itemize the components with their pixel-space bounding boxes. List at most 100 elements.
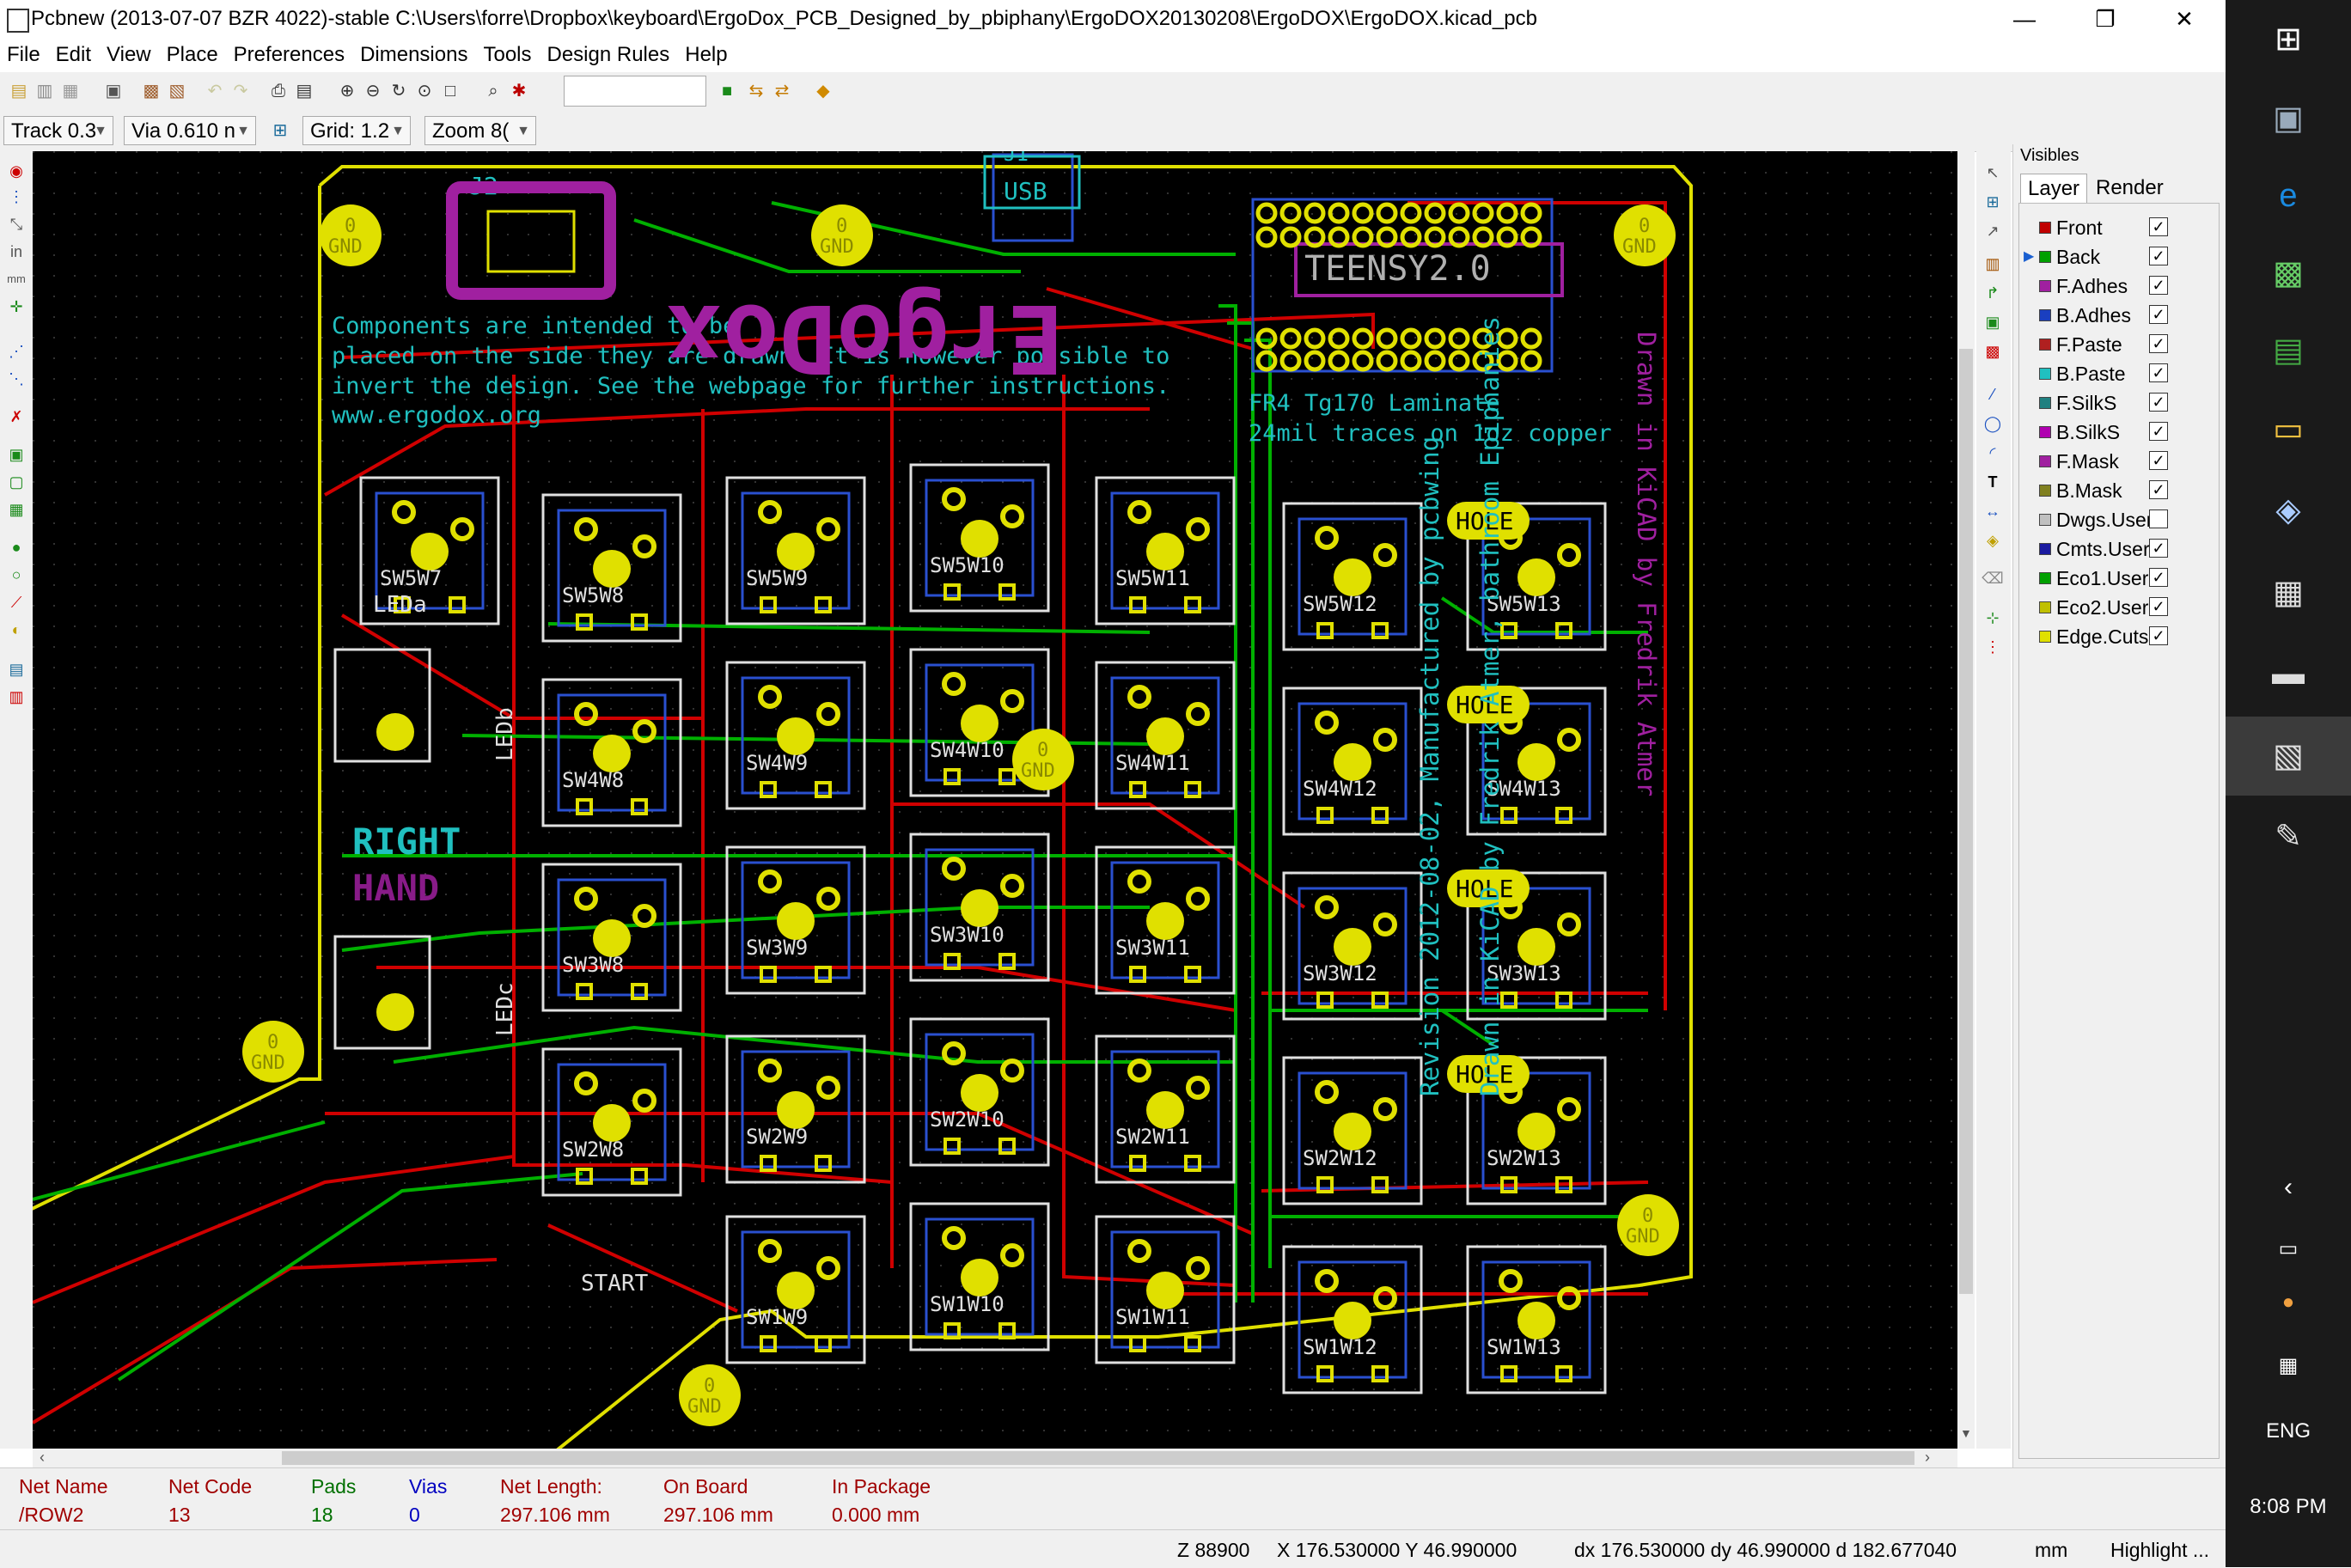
layer-color-swatch[interactable] bbox=[2039, 485, 2051, 497]
menu-tools[interactable]: Tools bbox=[476, 41, 540, 67]
layer-visible-checkbox[interactable]: ✓ bbox=[2149, 422, 2168, 441]
app-kicad-icon[interactable]: ▩ bbox=[2226, 234, 2351, 313]
horizontal-scrollbar[interactable]: ‹ › bbox=[33, 1449, 1957, 1467]
plot-icon[interactable]: ▤ bbox=[292, 79, 316, 103]
menu-edit[interactable]: Edit bbox=[49, 41, 100, 67]
netlist-icon[interactable]: ✱ bbox=[507, 79, 531, 103]
scroll-down-icon[interactable]: ▼ bbox=[1960, 1426, 1972, 1440]
library-browser-icon[interactable]: ▧ bbox=[165, 79, 189, 103]
layer-name[interactable]: B.Paste bbox=[2056, 363, 2126, 386]
net-highlight-input[interactable] bbox=[564, 76, 706, 107]
add-keepout-icon[interactable]: ▩ bbox=[1982, 340, 2004, 363]
inch-units-icon[interactable]: in bbox=[5, 241, 27, 263]
menu-view[interactable]: View bbox=[100, 41, 160, 67]
layer-color-swatch[interactable] bbox=[2039, 601, 2051, 613]
layer-row-cmts-user[interactable]: Cmts.User ✓ bbox=[2020, 534, 2218, 564]
layer-color-swatch[interactable] bbox=[2039, 280, 2051, 292]
layer-color-swatch[interactable] bbox=[2039, 368, 2051, 380]
layer-name[interactable]: B.Adhes bbox=[2056, 304, 2131, 327]
keyboard-icon[interactable]: ▦ bbox=[2226, 1327, 2351, 1406]
redraw-icon[interactable]: ↻ bbox=[387, 79, 411, 103]
layer-visible-checkbox[interactable]: ✓ bbox=[2149, 393, 2168, 412]
delete-icon[interactable]: ⌫ bbox=[1982, 567, 2004, 589]
microwave-tools-icon[interactable]: ▥ bbox=[5, 686, 27, 708]
auto-route-icon[interactable]: ⇄ bbox=[770, 79, 794, 103]
tab-render[interactable]: Render bbox=[2089, 174, 2171, 203]
layer-row-dwgs-user[interactable]: Dwgs.User bbox=[2020, 505, 2218, 534]
pad-sketch-icon[interactable]: ● bbox=[5, 536, 27, 558]
file-explorer-icon[interactable]: ▭ bbox=[2226, 390, 2351, 469]
add-target-icon[interactable]: ◈ bbox=[1982, 529, 2004, 552]
menu-help[interactable]: Help bbox=[678, 41, 736, 67]
undo-icon[interactable]: ↶ bbox=[203, 79, 227, 103]
horizontal-scroll-thumb[interactable] bbox=[282, 1451, 1914, 1465]
zoom-fit-icon[interactable]: ⊙ bbox=[412, 79, 437, 103]
layer-visible-checkbox[interactable]: ✓ bbox=[2149, 247, 2168, 265]
drc-icon[interactable]: ■ bbox=[715, 79, 739, 103]
scroll-right-icon[interactable]: › bbox=[1925, 1449, 1930, 1467]
menu-file[interactable]: File bbox=[0, 41, 49, 67]
layer-visible-checkbox[interactable]: ✓ bbox=[2149, 363, 2168, 382]
layer-color-swatch[interactable] bbox=[2039, 339, 2051, 351]
layer-name[interactable]: Front bbox=[2056, 217, 2103, 240]
layer-row-eco1-user[interactable]: Eco1.User ✓ bbox=[2020, 564, 2218, 593]
layer-color-swatch[interactable] bbox=[2039, 426, 2051, 438]
vertical-scrollbar[interactable]: ▼ bbox=[1957, 151, 1975, 1449]
layer-name[interactable]: Cmts.User bbox=[2056, 538, 2150, 561]
layer-name[interactable]: B.SilkS bbox=[2056, 421, 2120, 444]
polar-coords-icon[interactable]: ⤡ bbox=[5, 213, 27, 235]
cursor-shape-icon[interactable]: ✛ bbox=[5, 296, 27, 318]
set-grid-origin-icon[interactable]: ⋮ bbox=[1982, 636, 2004, 658]
grid-select[interactable]: Grid: 1.2 ▼ bbox=[302, 116, 411, 145]
layer-row-eco2-user[interactable]: Eco2.User ✓ bbox=[2020, 593, 2218, 622]
pcb-canvas[interactable]: SW5W7 SW5W8 SW4W8 SW3W8 SW2W8 SW5W9 SW4W9 SW3W9… bbox=[33, 151, 1957, 1449]
drc-off-icon[interactable]: ◉ bbox=[5, 160, 27, 182]
new-board-icon[interactable]: ▤ bbox=[7, 79, 31, 103]
select-arrow-icon[interactable]: ↖ bbox=[1982, 162, 2004, 184]
layer-name[interactable]: Eco1.User bbox=[2056, 567, 2148, 590]
layer-row-b-silks[interactable]: B.SilkS ✓ bbox=[2020, 418, 2218, 447]
auto-track-width-icon[interactable]: ⊞ bbox=[268, 119, 292, 143]
layer-row-b-paste[interactable]: B.Paste ✓ bbox=[2020, 359, 2218, 388]
layer-visible-checkbox[interactable]: ✓ bbox=[2149, 597, 2168, 616]
open-board-icon[interactable]: ▥ bbox=[33, 79, 57, 103]
via-size-select[interactable]: Via 0.610 n ▼ bbox=[124, 116, 256, 145]
layer-name[interactable]: F.Paste bbox=[2056, 333, 2122, 357]
track-sketch-icon[interactable]: ⟋ bbox=[5, 591, 27, 613]
layer-color-swatch[interactable] bbox=[2039, 251, 2051, 263]
scroll-left-icon[interactable]: ‹ bbox=[40, 1449, 45, 1467]
track-width-select[interactable]: Track 0.3 ▼ bbox=[3, 116, 113, 145]
app-editor-task-icon[interactable]: ✎ bbox=[2226, 797, 2351, 876]
layer-manager-icon[interactable]: ▤ bbox=[5, 658, 27, 680]
maximize-button[interactable]: ❐ bbox=[2066, 0, 2145, 40]
menu-place[interactable]: Place bbox=[160, 41, 227, 67]
layer-row-back[interactable]: ▶ Back ✓ bbox=[2020, 242, 2218, 272]
layer-row-b-adhes[interactable]: B.Adhes ✓ bbox=[2020, 301, 2218, 330]
calculator-icon[interactable]: ▦ bbox=[2226, 553, 2351, 632]
zoom-in-icon[interactable]: ⊕ bbox=[335, 79, 359, 103]
save-board-icon[interactable]: ▦ bbox=[58, 79, 82, 103]
layer-color-swatch[interactable] bbox=[2039, 514, 2051, 526]
layer-row-edge-cuts[interactable]: Edge.Cuts ✓ bbox=[2020, 622, 2218, 651]
layer-color-swatch[interactable] bbox=[2039, 309, 2051, 321]
layer-row-f-paste[interactable]: F.Paste ✓ bbox=[2020, 330, 2218, 359]
taskview-icon[interactable]: ▣ bbox=[2226, 79, 2351, 158]
close-button[interactable]: ✕ bbox=[2145, 0, 2224, 40]
layer-row-f-adhes[interactable]: F.Adhes ✓ bbox=[2020, 272, 2218, 301]
layer-visible-checkbox[interactable]: ✓ bbox=[2149, 568, 2168, 587]
layer-visible-checkbox[interactable]: ✓ bbox=[2149, 217, 2168, 236]
layer-color-swatch[interactable] bbox=[2039, 543, 2051, 555]
add-text-icon[interactable]: T bbox=[1982, 471, 2004, 493]
app-3d-viewer-icon[interactable]: ◈ bbox=[2226, 471, 2351, 550]
menu-dimensions[interactable]: Dimensions bbox=[353, 41, 476, 67]
zoom-select[interactable]: Zoom 8(▼ bbox=[424, 116, 536, 145]
layer-visible-checkbox[interactable]: ✓ bbox=[2149, 539, 2168, 558]
add-zone-icon[interactable]: ▣ bbox=[1982, 311, 2004, 333]
minimize-button[interactable]: — bbox=[1985, 0, 2064, 40]
layer-color-swatch[interactable] bbox=[2039, 631, 2051, 643]
tab-layer[interactable]: Layer bbox=[2020, 174, 2088, 204]
via-sketch-icon[interactable]: ○ bbox=[5, 564, 27, 586]
layer-name[interactable]: Edge.Cuts bbox=[2056, 625, 2148, 649]
freeroute-icon[interactable]: ◆ bbox=[811, 79, 835, 103]
ratsnest-icon[interactable]: ⋰ bbox=[5, 340, 27, 363]
